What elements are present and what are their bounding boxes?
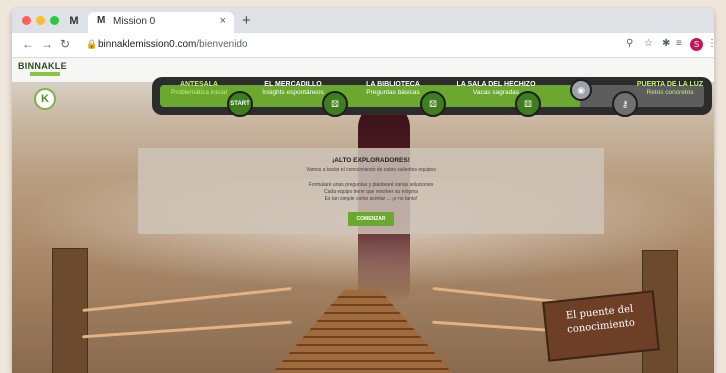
new-tab-button[interactable]: + <box>242 12 251 29</box>
lock-icon: 🔒 <box>86 39 98 49</box>
address-bar[interactable]: 🔒 binnaklemission0.com/bienvenido <box>80 36 624 54</box>
k-logo-icon: K <box>34 88 56 110</box>
dice-node-icon[interactable]: ⚄ <box>322 91 348 117</box>
tab-mission-0[interactable]: M Mission 0 × <box>88 12 234 33</box>
modal-line: Es tan simple como acertar ... ¡o no tan… <box>324 196 418 202</box>
brand-logo: BINNAKLE <box>18 61 67 71</box>
rope-bridge <box>272 290 452 373</box>
browser-window: M M Mission 0 × + ← → ↻ 🔒 binnaklemissio… <box>12 8 714 373</box>
crystal-ball-icon: ◉ <box>570 79 592 101</box>
url-text: binnaklemission0.com/bienvenido <box>98 39 248 50</box>
profile-avatar[interactable]: S <box>690 38 703 51</box>
stage-title: ANTESALA <box>179 81 219 88</box>
dice-node-icon[interactable]: ⚄ <box>515 91 541 117</box>
pinned-tab[interactable]: M <box>66 13 82 29</box>
stage-puerta-luz: PUERTA DE LA LUZ Retos concretos <box>630 81 710 97</box>
zoom-icon[interactable]: ⚲ <box>626 38 633 49</box>
stage-title: EL MERCADILLO <box>264 81 322 88</box>
bridge-rope <box>82 287 292 312</box>
reading-list-icon[interactable]: ≡ <box>676 38 682 49</box>
tab-title: Mission 0 <box>113 16 156 27</box>
minimize-window-button[interactable] <box>36 16 45 25</box>
extensions-icon[interactable]: ✱ <box>662 38 670 49</box>
bridge-rope <box>82 320 292 339</box>
start-button[interactable]: COMENZAR <box>347 212 395 226</box>
close-window-button[interactable] <box>22 16 31 25</box>
dice-node-icon[interactable]: ⚄ <box>420 91 446 117</box>
url-host: binnaklemission0.com <box>98 39 197 50</box>
tab-close-icon[interactable]: × <box>220 15 226 27</box>
bridge-sign: El puente del conocimiento <box>542 290 660 362</box>
bookmark-star-icon[interactable]: ☆ <box>644 38 653 49</box>
key-icon: ⚷ <box>612 91 638 117</box>
mission-progress-bar: ANTESALA Problemática inicial EL MERCADI… <box>152 77 712 117</box>
modal-line: Formularé unas preguntas y plantearé var… <box>308 182 434 188</box>
maximize-window-button[interactable] <box>50 16 59 25</box>
menu-kebab-icon[interactable]: ⋮ <box>707 38 714 49</box>
intro-modal: ¡ALTO EXPLORADORES! Vamos a testar el co… <box>138 148 604 234</box>
reload-icon[interactable]: ↻ <box>60 37 70 51</box>
brand-underline <box>30 72 60 76</box>
stage-subtitle: Retos concretos <box>646 89 694 96</box>
tab-favicon-icon: M <box>97 15 106 26</box>
modal-title: ¡ALTO EXPLORADORES! <box>332 157 410 164</box>
back-icon[interactable]: ← <box>22 37 34 51</box>
start-node[interactable]: START <box>227 91 253 117</box>
forward-icon[interactable]: → <box>41 37 53 51</box>
tab-bar: M M Mission 0 × + <box>12 8 714 33</box>
stage-title: LA SALA DEL HECHIZO <box>456 81 536 88</box>
url-path: /bienvenido <box>196 39 248 50</box>
browser-toolbar: ← → ↻ 🔒 binnaklemission0.com/bienvenido … <box>12 33 714 58</box>
stage-title: PUERTA DE LA LUZ <box>636 81 704 88</box>
modal-line: Cada equipo tiene que resolver su enigma <box>324 189 418 195</box>
web-page: BINNAKLE K ANTESALA Problemática inicial… <box>12 58 714 373</box>
stage-title: LA BIBLIOTECA <box>366 81 420 88</box>
